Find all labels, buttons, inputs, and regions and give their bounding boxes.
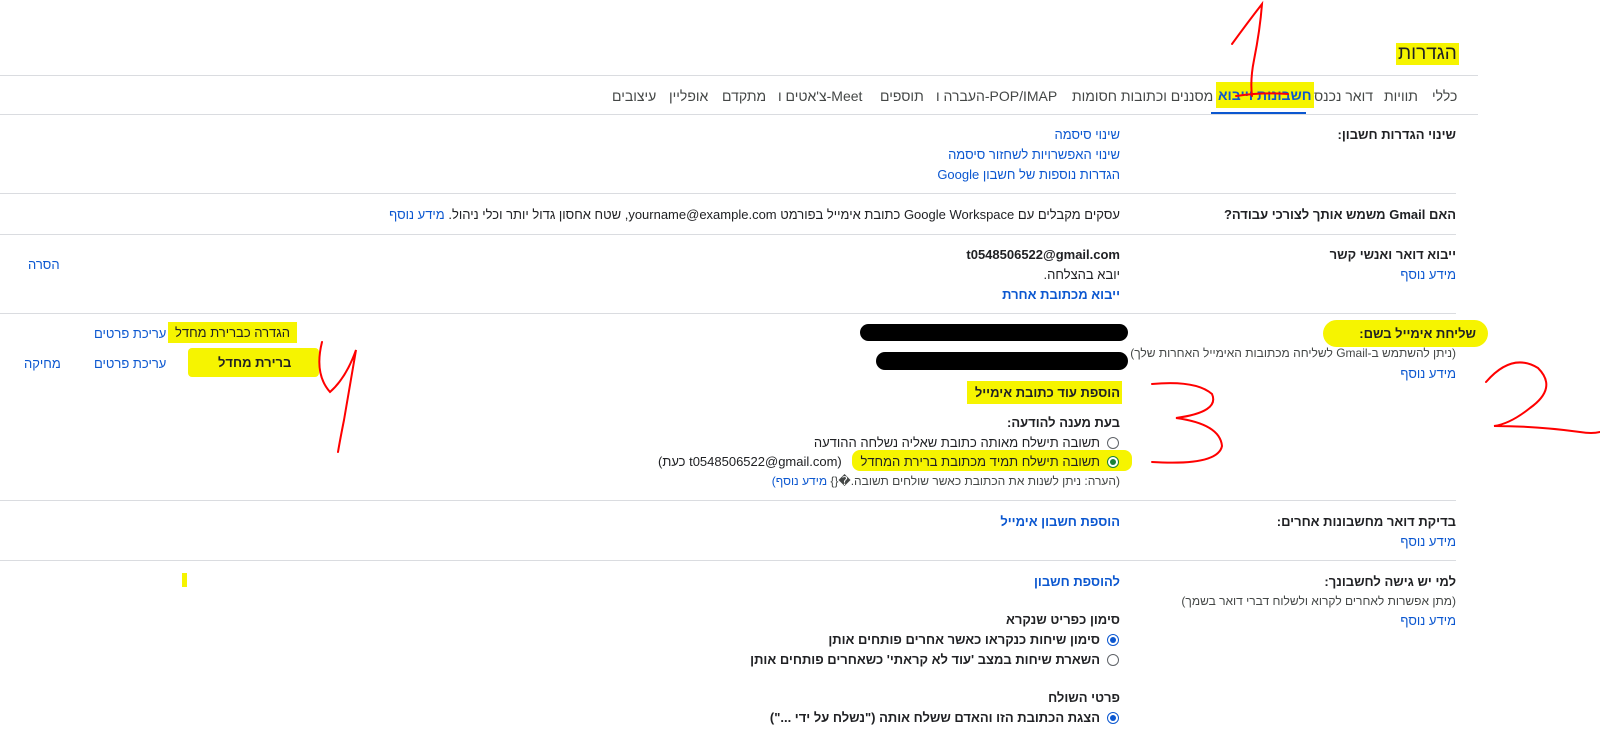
- annotation-number-1: [1231, 0, 1289, 97]
- annotation-layer: [318, 0, 1600, 464]
- annotation-number-3: [1151, 382, 1224, 464]
- annotation-number-2: [1485, 361, 1600, 434]
- annotation-number-4: [318, 341, 357, 453]
